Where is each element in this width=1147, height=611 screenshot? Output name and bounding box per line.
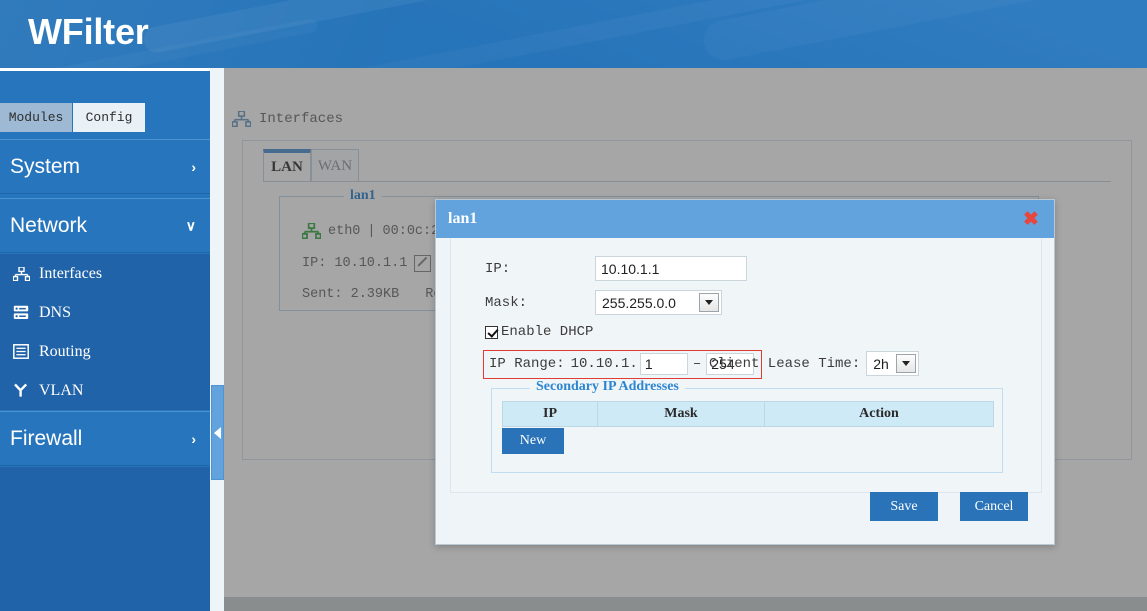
sidebar-item-label: DNS: [39, 303, 72, 321]
sidebar-group-firewall[interactable]: Firewall ›: [0, 411, 210, 466]
sidebar-item-routing[interactable]: Routing: [0, 332, 210, 371]
mask-select-value: 255.255.0.0: [602, 294, 676, 311]
secondary-ip-fieldset: Secondary IP Addresses IP Mask Action Ne…: [491, 379, 1003, 473]
dialog-action-bar: Save Cancel: [870, 492, 1028, 521]
dialog-titlebar: lan1 ✖: [436, 200, 1054, 238]
sidebar-group-system[interactable]: System ›: [0, 139, 210, 194]
header-decoration: [700, 0, 1147, 64]
app-root: WFilter Modules Config System › Network …: [0, 0, 1147, 611]
table-header-row: IP Mask Action: [502, 401, 994, 427]
new-secondary-ip-button[interactable]: New: [502, 428, 564, 454]
ip-label: IP:: [485, 260, 511, 277]
sidebar-item-label: VLAN: [39, 381, 84, 399]
enable-dhcp-row[interactable]: Enable DHCP: [485, 324, 593, 340]
secondary-ip-table: IP Mask Action: [502, 401, 994, 427]
chevron-down-icon: ∨: [185, 217, 196, 233]
footer-bar: [224, 597, 1147, 611]
dialog-body: IP: Mask: 255.255.0.0 Enable DHCP IP Ran…: [450, 238, 1042, 493]
ip-range-dash: –: [692, 356, 702, 372]
enable-dhcp-checkbox[interactable]: [485, 325, 498, 339]
client-lease-time-value: 2h: [873, 355, 889, 372]
mask-label: Mask:: [485, 294, 528, 311]
column-header-mask: Mask: [597, 401, 765, 427]
app-brand-title: WFilter: [28, 11, 149, 52]
column-header-ip: IP: [502, 401, 598, 427]
ip-range-label: IP Range:: [489, 356, 565, 372]
server-icon: [12, 304, 30, 322]
chevron-down-icon: [896, 354, 917, 373]
ip-input[interactable]: [595, 256, 747, 281]
save-button[interactable]: Save: [870, 492, 938, 521]
sidebar-group-label: Network: [10, 213, 88, 237]
ip-range-start-input[interactable]: [639, 353, 688, 375]
chevron-down-icon: [699, 293, 719, 312]
app-header: WFilter: [0, 0, 1147, 68]
client-lease-time-select[interactable]: 2h: [866, 351, 920, 376]
sidebar: Modules Config System › Network ∨ Interf…: [0, 71, 210, 611]
sidebar-filler: [0, 467, 210, 611]
column-header-action: Action: [764, 401, 994, 427]
close-icon[interactable]: ✖: [1022, 210, 1040, 229]
sidebar-tab-bar: Modules Config: [0, 103, 210, 132]
sidebar-group-network[interactable]: Network ∨: [0, 198, 210, 253]
sidebar-item-label: Interfaces: [39, 264, 103, 282]
network-hub-icon: [12, 265, 30, 283]
sidebar-collapse-handle[interactable]: [211, 385, 224, 480]
client-lease-time-label: Client Lease Time:: [709, 355, 861, 372]
collapse-left-icon: [214, 426, 221, 439]
dialog-title: lan1: [448, 210, 478, 227]
mask-select[interactable]: 255.255.0.0: [595, 290, 722, 315]
chevron-right-icon: ›: [191, 430, 196, 447]
chevron-right-icon: ›: [191, 158, 196, 175]
list-icon: [12, 343, 30, 361]
sidebar-item-dns[interactable]: DNS: [0, 293, 210, 332]
ip-field-row: IP:: [485, 256, 747, 281]
ip-range-prefix: 10.10.1.: [570, 356, 638, 372]
sidebar-tab-config[interactable]: Config: [73, 103, 145, 132]
cancel-button[interactable]: Cancel: [960, 492, 1028, 521]
sidebar-group-label: Firewall: [10, 426, 83, 450]
enable-dhcp-label: Enable DHCP: [501, 324, 594, 340]
sidebar-gutter: [210, 68, 224, 611]
sidebar-item-vlan[interactable]: VLAN: [0, 371, 210, 410]
vlan-branch-icon: [12, 382, 30, 400]
mask-field-row: Mask: 255.255.0.0: [485, 290, 722, 315]
sidebar-item-interfaces[interactable]: Interfaces: [0, 254, 210, 293]
lan1-edit-dialog: lan1 ✖ IP: Mask: 255.255.0.0 Enable DHCP: [435, 199, 1055, 545]
client-lease-time-row: Client Lease Time: 2h: [709, 351, 920, 376]
sidebar-item-label: Routing: [39, 342, 91, 360]
sidebar-tab-modules[interactable]: Modules: [0, 103, 72, 132]
sidebar-group-label: System: [10, 154, 81, 178]
secondary-ip-legend: Secondary IP Addresses: [530, 379, 685, 395]
